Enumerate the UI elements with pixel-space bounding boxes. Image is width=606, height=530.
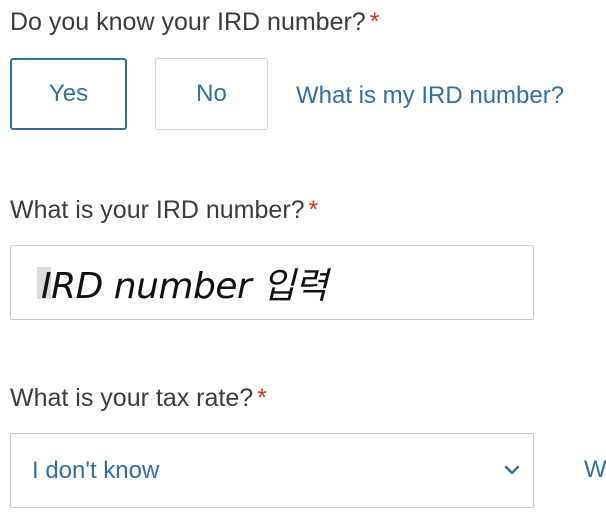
ird-number-question: What is your IRD number? [10, 196, 305, 224]
no-button-label: No [196, 80, 227, 107]
what-is-my-ird-number-link[interactable]: What is my IRD number? [296, 82, 564, 110]
required-marker: * [308, 196, 319, 224]
no-button[interactable]: No [155, 58, 268, 130]
yes-button-label: Yes [48, 80, 89, 107]
tax-rate-label: What is your tax rate? * [10, 384, 267, 413]
required-marker: * [257, 384, 267, 412]
ird-number-input[interactable]: IRD number 입력 [10, 245, 534, 320]
ird-known-question: Do you know your IRD number? [10, 8, 366, 36]
tax-rate-help-link[interactable]: W [584, 456, 606, 484]
chevron-down-icon [504, 465, 520, 475]
required-marker: * [369, 8, 380, 36]
tax-rate-select[interactable]: I don't know [10, 433, 534, 508]
ird-number-label: What is your IRD number? * [10, 196, 318, 225]
tax-rate-selected-value: I don't know [32, 456, 160, 484]
ird-known-label: Do you know your IRD number? * [10, 8, 379, 37]
tax-rate-question: What is your tax rate? [10, 384, 254, 412]
yes-button[interactable]: Yes [10, 58, 127, 130]
ird-number-input-value: IRD number 입력 [41, 265, 328, 307]
